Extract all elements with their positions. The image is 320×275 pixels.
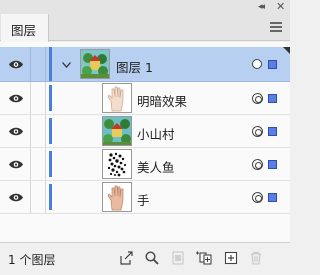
layer-count-label: 1 个图层 — [8, 253, 56, 267]
column-divider — [45, 148, 46, 180]
eye-icon[interactable] — [8, 126, 24, 137]
search-icon[interactable] — [144, 250, 160, 266]
selection-square-icon[interactable] — [268, 60, 277, 69]
eye-icon[interactable] — [8, 59, 24, 70]
column-divider — [30, 115, 31, 147]
chevron-down-icon[interactable] — [62, 58, 71, 71]
layer-name[interactable]: 手 — [137, 190, 150, 209]
eye-icon[interactable] — [8, 159, 24, 170]
layer-name[interactable]: 美人鱼 — [137, 157, 175, 176]
layer-color-bar — [49, 118, 52, 144]
layer-row-parent[interactable]: 图层 1 — [0, 47, 290, 82]
target-circle-icon[interactable] — [252, 59, 262, 69]
layer-name[interactable]: 明暗效果 — [137, 91, 187, 110]
column-divider — [45, 47, 46, 81]
selection-square-icon[interactable] — [268, 94, 277, 103]
clipping-mask-icon — [170, 250, 186, 266]
column-divider — [45, 115, 46, 147]
layer-row[interactable]: 小山村 — [0, 115, 290, 148]
corner-marker-icon — [283, 47, 290, 54]
hand-thumbnail — [102, 182, 132, 212]
layer-color-bar — [49, 47, 52, 81]
collapse-panel-icon[interactable]: ◂◂ — [258, 2, 265, 12]
layer-color-bar — [49, 85, 52, 111]
new-sublayer-icon[interactable] — [195, 250, 212, 266]
column-divider — [30, 148, 31, 180]
selection-square-icon[interactable] — [268, 160, 277, 169]
column-divider — [30, 181, 31, 213]
export-icon[interactable] — [118, 250, 134, 266]
column-divider — [30, 82, 31, 114]
column-divider — [45, 181, 46, 213]
column-divider — [45, 82, 46, 114]
village-thumbnail — [102, 116, 132, 146]
hand-thumbnail — [102, 83, 132, 113]
target-circle-icon[interactable] — [252, 159, 263, 170]
layers-list: 图层 1 明暗效果 小山村 美人鱼 手 — [0, 42, 290, 242]
trash-icon — [248, 250, 264, 266]
panel-menu-icon[interactable] — [270, 22, 282, 32]
layer-color-bar — [49, 184, 52, 210]
selection-square-icon[interactable] — [268, 193, 277, 202]
eye-icon[interactable] — [8, 93, 24, 104]
selection-square-icon[interactable] — [268, 127, 277, 136]
layer-row[interactable]: 手 — [0, 181, 290, 214]
target-circle-icon[interactable] — [252, 93, 263, 104]
layer-row[interactable]: 明暗效果 — [0, 82, 290, 115]
eye-icon[interactable] — [8, 192, 24, 203]
close-panel-icon[interactable]: ✕ — [276, 0, 285, 13]
panel-tab-row: 图层 — [0, 14, 290, 42]
layer-name[interactable]: 小山村 — [137, 124, 175, 143]
layer-name[interactable]: 图层 1 — [116, 57, 153, 76]
mermaid-thumbnail — [102, 149, 132, 179]
new-layer-icon[interactable] — [223, 250, 239, 266]
tab-layers-label: 图层 — [11, 23, 37, 38]
panel-footer: 1 个图层 — [0, 242, 290, 275]
target-circle-icon[interactable] — [252, 126, 263, 137]
landscape-thumbnail — [80, 49, 110, 79]
panel-title-bar: ◂◂ ✕ — [0, 0, 290, 14]
layer-color-bar — [49, 151, 52, 177]
tab-layers[interactable]: 图层 — [1, 14, 49, 42]
column-divider — [30, 47, 31, 81]
layer-row[interactable]: 美人鱼 — [0, 148, 290, 181]
target-circle-icon[interactable] — [252, 192, 263, 203]
